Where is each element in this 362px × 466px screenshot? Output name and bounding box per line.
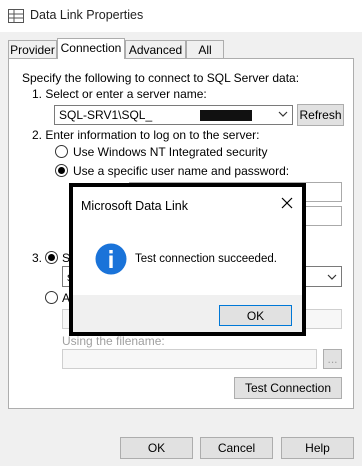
tab-all[interactable]: All [186,40,224,58]
windows-security-radio[interactable] [55,145,68,158]
info-icon [95,243,127,275]
attach-database-radio[interactable] [45,291,58,304]
chevron-down-icon [278,111,288,117]
message-dialog: Microsoft Data Link Test connection succ… [69,183,306,336]
dialog-footer: OK [73,295,302,332]
dialog-ok-button[interactable]: OK [219,305,292,326]
ok-button[interactable]: OK [120,437,193,459]
tab-provider[interactable]: Provider [8,40,57,58]
specific-user-radio[interactable] [55,164,68,177]
browse-button[interactable]: ... [323,349,342,369]
title-bar: Data Link Properties [0,0,362,32]
specific-user-label: Use a specific user name and password: [73,164,290,178]
test-connection-button[interactable]: Test Connection [234,377,342,399]
server-name-value: SQL-SRV1\SQL_ [59,108,153,122]
message-dialog-body: Microsoft Data Link Test connection succ… [73,187,302,332]
intro-text: Specify the following to connect to SQL … [22,71,300,85]
step3-label: 3. [32,251,43,265]
select-database-radio[interactable] [45,251,58,264]
tab-advanced[interactable]: Advanced [125,40,186,58]
dialog-title: Microsoft Data Link [81,199,188,213]
windows-security-label: Use Windows NT Integrated security [73,145,268,159]
window-title: Data Link Properties [30,8,144,22]
chevron-down-icon [327,274,337,280]
cancel-button[interactable]: Cancel [200,437,273,459]
tab-connection[interactable]: Connection [57,38,125,59]
close-icon[interactable] [281,197,293,209]
help-button[interactable]: Help [281,437,354,459]
step1-label: 1. Select or enter a server name: [32,87,207,101]
redacted-server-suffix [200,110,252,121]
data-link-app-icon [8,9,24,23]
dialog-message: Test connection succeeded. [135,253,277,265]
refresh-button[interactable]: Refresh [297,104,344,126]
filename-label: Using the filename: [62,334,165,348]
server-name-combo[interactable]: SQL-SRV1\SQL_ [54,105,293,125]
step2-label: 2. Enter information to log on to the se… [32,128,260,142]
filename-field[interactable] [62,349,317,369]
